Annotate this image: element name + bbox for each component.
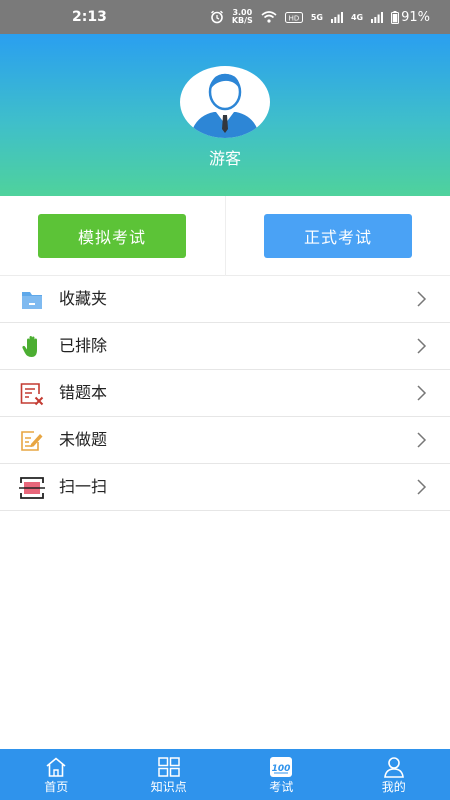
hd-icon: HD <box>284 11 303 23</box>
battery-level: 91% <box>401 9 430 25</box>
avatar-icon[interactable] <box>180 66 270 138</box>
menu-item-excluded[interactable]: 已排除 <box>0 323 450 370</box>
menu-item-favorites[interactable]: 收藏夹 <box>0 276 450 323</box>
menu-item-label: 错题本 <box>59 383 108 402</box>
edit-note-icon <box>21 431 43 451</box>
tab-label: 我的 <box>381 780 406 794</box>
divider <box>225 196 226 276</box>
network-5g-label: 5G <box>310 12 323 22</box>
status-bar: 2:13 3.00 KB/S HD 5G 4G 91% <box>0 0 450 34</box>
tab-label: 考试 <box>269 780 294 794</box>
tab-mine[interactable]: 我的 <box>338 749 450 800</box>
svg-text:HD: HD <box>288 14 299 22</box>
bottom-tab-bar: 首页 知识点 100 考试 我的 <box>0 749 450 800</box>
chevron-right-icon <box>417 338 427 354</box>
tab-label: 首页 <box>44 780 69 794</box>
exam-buttons-panel: 模拟考试 正式考试 <box>0 196 450 276</box>
formal-exam-button[interactable]: 正式考试 <box>264 214 412 258</box>
username-label: 游客 <box>208 149 241 168</box>
menu-item-wrong-book[interactable]: 错题本 <box>0 370 450 417</box>
menu-item-label: 扫一扫 <box>59 477 108 496</box>
signal-icon <box>371 11 384 23</box>
tab-home[interactable]: 首页 <box>0 749 113 800</box>
mock-exam-button[interactable]: 模拟考试 <box>38 214 186 258</box>
alarm-icon <box>210 10 223 24</box>
exam-icon: 100 <box>270 757 293 777</box>
hand-icon <box>22 336 37 357</box>
network-4g-label: 4G <box>350 12 364 22</box>
wifi-icon <box>261 11 277 23</box>
menu-item-label: 收藏夹 <box>59 289 108 308</box>
home-icon <box>46 757 66 777</box>
wrong-list-icon <box>20 383 44 406</box>
menu-item-scan[interactable]: 扫一扫 <box>0 464 450 511</box>
chevron-right-icon <box>417 432 427 448</box>
tab-exam[interactable]: 100 考试 <box>225 749 338 800</box>
grid-icon <box>158 757 180 777</box>
scan-icon <box>19 477 45 499</box>
menu-item-label: 未做题 <box>59 430 108 449</box>
menu-list: 收藏夹 已排除 错题本 未做题 扫一扫 <box>0 276 450 511</box>
battery-icon <box>391 10 400 24</box>
net-speed: 3.00 KB/S <box>231 8 253 25</box>
chevron-right-icon <box>417 291 427 307</box>
tab-knowledge[interactable]: 知识点 <box>113 749 226 800</box>
chevron-right-icon <box>417 479 427 495</box>
person-icon <box>383 757 404 778</box>
folder-icon <box>22 292 42 309</box>
status-time: 2:13 <box>72 9 107 25</box>
tab-label: 知识点 <box>150 780 187 794</box>
chevron-right-icon <box>417 385 427 401</box>
profile-header: 游客 <box>0 34 450 196</box>
signal-icon <box>330 11 343 23</box>
menu-item-label: 已排除 <box>59 336 108 355</box>
status-icons: 3.00 KB/S HD 5G 4G 91% <box>210 9 430 25</box>
battery: 91% <box>391 10 430 25</box>
menu-item-undone[interactable]: 未做题 <box>0 417 450 464</box>
